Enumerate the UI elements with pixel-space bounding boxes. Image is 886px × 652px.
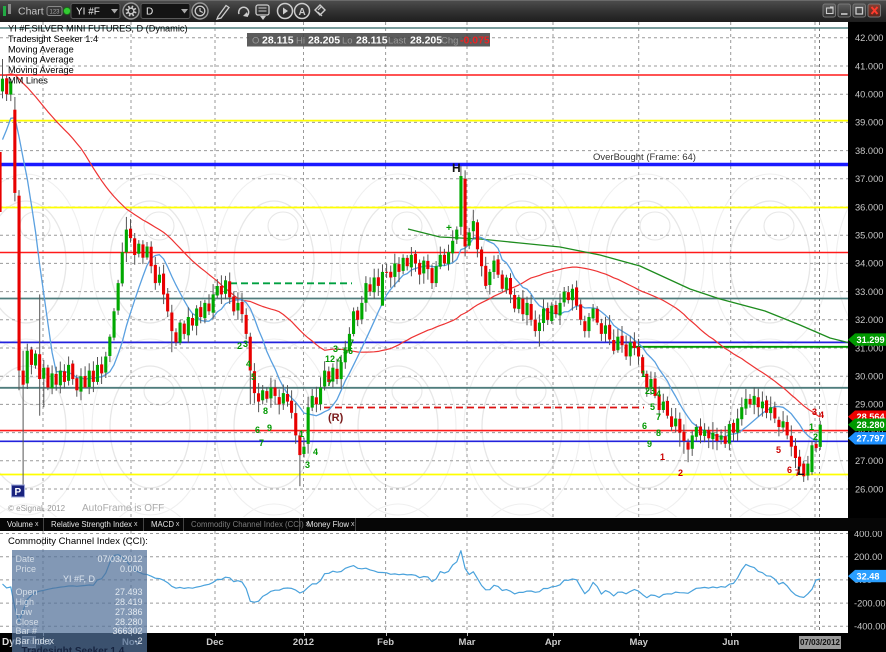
svg-text:7: 7 bbox=[656, 412, 661, 422]
svg-text:3: 3 bbox=[305, 460, 310, 470]
svg-text:D: D bbox=[146, 7, 153, 18]
svg-text:27.797: 27.797 bbox=[857, 434, 885, 444]
svg-text:38.000: 38.000 bbox=[855, 146, 883, 156]
svg-text:6: 6 bbox=[642, 421, 647, 431]
svg-text:123: 123 bbox=[50, 10, 61, 16]
svg-text:7: 7 bbox=[349, 338, 354, 348]
svg-text:2: 2 bbox=[678, 468, 683, 478]
svg-text:Moving Average: Moving Average bbox=[8, 44, 74, 54]
svg-text:-200.00: -200.00 bbox=[854, 598, 886, 608]
svg-text:Chart: Chart bbox=[18, 6, 44, 18]
svg-text:26.000: 26.000 bbox=[855, 484, 883, 494]
svg-text:MM Lines: MM Lines bbox=[8, 76, 48, 86]
svg-text:P: P bbox=[15, 487, 22, 498]
svg-text:OverBought (Frame: 64): OverBought (Frame: 64) bbox=[593, 152, 696, 163]
svg-text:8: 8 bbox=[656, 428, 661, 438]
svg-text:42.000: 42.000 bbox=[855, 33, 883, 43]
svg-text:6: 6 bbox=[787, 465, 792, 475]
svg-text:28.280: 28.280 bbox=[857, 420, 885, 430]
svg-text:8: 8 bbox=[263, 406, 268, 416]
svg-text:Moving Average: Moving Average bbox=[8, 65, 74, 75]
svg-text:4: 4 bbox=[313, 447, 318, 457]
svg-text:2: 2 bbox=[813, 432, 818, 442]
svg-text:-0.075: -0.075 bbox=[460, 35, 490, 47]
svg-text:1: 1 bbox=[809, 422, 814, 432]
svg-text:12: 12 bbox=[325, 354, 335, 364]
svg-text:Tradesight Seeker 1.4: Tradesight Seeker 1.4 bbox=[8, 34, 98, 44]
svg-text:9: 9 bbox=[267, 423, 272, 433]
svg-text:200.00: 200.00 bbox=[854, 552, 882, 562]
svg-text:7: 7 bbox=[327, 378, 332, 388]
svg-text:Last: Last bbox=[388, 36, 406, 47]
svg-text:4: 4 bbox=[246, 359, 251, 369]
svg-text:Commodity Channel Index (CCI):: Commodity Channel Index (CCI): bbox=[8, 536, 148, 547]
svg-text:41.000: 41.000 bbox=[855, 61, 883, 71]
svg-text:+: + bbox=[446, 223, 452, 234]
svg-text:O: O bbox=[252, 36, 259, 47]
svg-text:4: 4 bbox=[656, 389, 661, 399]
svg-text:9: 9 bbox=[647, 439, 652, 449]
svg-text:30.000: 30.000 bbox=[855, 372, 883, 382]
svg-text:28.205: 28.205 bbox=[410, 35, 442, 47]
svg-text:31.299: 31.299 bbox=[857, 335, 885, 345]
svg-text:H: H bbox=[452, 161, 461, 175]
svg-text:35.000: 35.000 bbox=[855, 231, 883, 241]
svg-text:2: 2 bbox=[237, 341, 242, 351]
svg-text:28.205: 28.205 bbox=[308, 35, 340, 47]
svg-text:28.115: 28.115 bbox=[356, 35, 388, 47]
svg-text:Hi: Hi bbox=[296, 36, 305, 47]
svg-text:A: A bbox=[299, 7, 306, 18]
svg-text:28.115: 28.115 bbox=[262, 35, 294, 47]
svg-text:32.48: 32.48 bbox=[857, 571, 880, 581]
svg-text:1: 1 bbox=[299, 429, 304, 439]
svg-text:34.000: 34.000 bbox=[855, 259, 883, 269]
svg-text:Chg: Chg bbox=[441, 36, 458, 47]
svg-text:YI #F,SILVER MINI FUTURES, D (: YI #F,SILVER MINI FUTURES, D (Dynamic) bbox=[8, 24, 188, 34]
svg-text:3: 3 bbox=[243, 339, 248, 349]
svg-text:23: 23 bbox=[645, 386, 655, 396]
svg-text:40.000: 40.000 bbox=[855, 90, 883, 100]
svg-text:4: 4 bbox=[819, 410, 824, 420]
svg-text:33.000: 33.000 bbox=[855, 287, 883, 297]
svg-text:6: 6 bbox=[255, 425, 260, 435]
svg-text:3-: 3- bbox=[333, 344, 341, 354]
svg-text:39.000: 39.000 bbox=[855, 118, 883, 128]
svg-text:29.000: 29.000 bbox=[855, 400, 883, 410]
svg-text:1: 1 bbox=[641, 369, 646, 379]
svg-text:1: 1 bbox=[660, 452, 665, 462]
svg-text:© eSignal, 2012: © eSignal, 2012 bbox=[8, 504, 66, 513]
svg-text:5: 5 bbox=[776, 445, 781, 455]
svg-text:36.000: 36.000 bbox=[855, 202, 883, 212]
svg-text:Moving Average: Moving Average bbox=[8, 55, 74, 65]
svg-text:-400.00: -400.00 bbox=[854, 622, 886, 632]
svg-text:YI #F: YI #F bbox=[76, 7, 100, 18]
svg-text:400.00: 400.00 bbox=[854, 531, 882, 539]
svg-text:AutoFrame is OFF: AutoFrame is OFF bbox=[82, 503, 164, 514]
svg-text:5: 5 bbox=[251, 372, 256, 382]
svg-text:3: 3 bbox=[812, 407, 817, 417]
svg-text:Lo: Lo bbox=[342, 36, 353, 47]
svg-text:7: 7 bbox=[259, 438, 264, 448]
svg-text:(R): (R) bbox=[328, 412, 344, 424]
svg-text:32.000: 32.000 bbox=[855, 315, 883, 325]
svg-text:7: 7 bbox=[795, 468, 800, 478]
svg-text:4: 4 bbox=[337, 355, 342, 365]
svg-text:5: 5 bbox=[650, 402, 655, 412]
svg-text:37.000: 37.000 bbox=[855, 174, 883, 184]
svg-text:27.000: 27.000 bbox=[855, 456, 883, 466]
